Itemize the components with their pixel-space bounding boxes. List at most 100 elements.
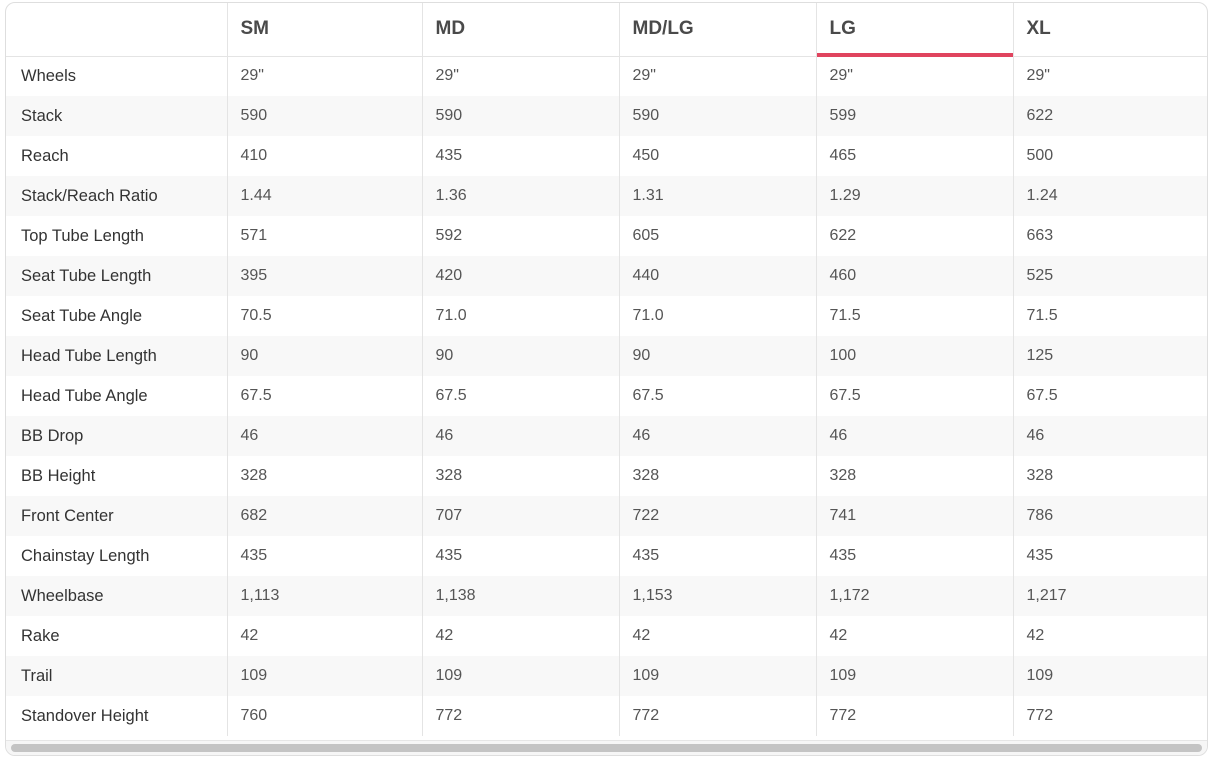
table-cell: 46 (618, 416, 816, 456)
table-cell: 741 (815, 496, 1013, 536)
table-cell: 1,113 (226, 576, 422, 616)
table-cell: 663 (1012, 216, 1207, 256)
row-label: Top Tube Length (6, 216, 227, 256)
size-tab-md[interactable]: MD (421, 3, 619, 57)
table-row: Front Center 682 707 722 741 786 (6, 496, 1207, 536)
size-tab-md-lg[interactable]: MD/LG (618, 3, 816, 57)
table-cell: 590 (618, 96, 816, 136)
table-cell: 70.5 (226, 296, 422, 336)
table-cell: 410 (226, 136, 422, 176)
table-cell: 590 (226, 96, 422, 136)
table-row: Wheelbase 1,113 1,138 1,153 1,172 1,217 (6, 576, 1207, 616)
table-cell: 42 (618, 616, 816, 656)
table-cell: 525 (1012, 256, 1207, 296)
table-cell: 109 (421, 656, 619, 696)
table-cell: 440 (618, 256, 816, 296)
table-cell: 760 (226, 696, 422, 736)
row-label: BB Drop (6, 416, 227, 456)
table-cell: 435 (1012, 536, 1207, 576)
table-cell: 592 (421, 216, 619, 256)
table-cell: 67.5 (1012, 376, 1207, 416)
table-cell: 500 (1012, 136, 1207, 176)
table-cell: 460 (815, 256, 1013, 296)
table-row: Seat Tube Length 395 420 440 460 525 (6, 256, 1207, 296)
table-cell: 395 (226, 256, 422, 296)
table-cell: 328 (226, 456, 422, 496)
table-cell: 420 (421, 256, 619, 296)
size-tab-xl[interactable]: XL (1012, 3, 1207, 57)
table-cell: 67.5 (421, 376, 619, 416)
table-cell: 435 (226, 536, 422, 576)
table-cell: 1,172 (815, 576, 1013, 616)
table-cell: 29" (618, 56, 816, 96)
table-row: Head Tube Angle 67.5 67.5 67.5 67.5 67.5 (6, 376, 1207, 416)
table-cell: 465 (815, 136, 1013, 176)
table-cell: 1.36 (421, 176, 619, 216)
table-cell: 571 (226, 216, 422, 256)
table-cell: 1,138 (421, 576, 619, 616)
table-cell: 67.5 (815, 376, 1013, 416)
table-cell: 435 (815, 536, 1013, 576)
table-cell: 622 (815, 216, 1013, 256)
header-row: SM MD MD/LG LG XL (6, 3, 1207, 57)
table-cell: 109 (815, 656, 1013, 696)
table-cell: 90 (421, 336, 619, 376)
table-cell: 90 (618, 336, 816, 376)
table-cell: 42 (421, 616, 619, 656)
table-cell: 328 (1012, 456, 1207, 496)
table-cell: 46 (1012, 416, 1207, 456)
table-row: Reach 410 435 450 465 500 (6, 136, 1207, 176)
table-row: Wheels 29" 29" 29" 29" 29" (6, 56, 1207, 96)
table-cell: 29" (421, 56, 619, 96)
table-cell: 772 (618, 696, 816, 736)
row-label: Seat Tube Angle (6, 296, 227, 336)
table-cell: 772 (1012, 696, 1207, 736)
table-row: Rake 42 42 42 42 42 (6, 616, 1207, 656)
table-cell: 29" (1012, 56, 1207, 96)
table-row: Stack 590 590 590 599 622 (6, 96, 1207, 136)
table-cell: 46 (226, 416, 422, 456)
table-cell: 46 (421, 416, 619, 456)
table-row: Trail 109 109 109 109 109 (6, 656, 1207, 696)
horizontal-scrollbar[interactable] (6, 740, 1207, 755)
table-cell: 71.5 (1012, 296, 1207, 336)
size-tab-sm[interactable]: SM (226, 3, 422, 57)
table-cell: 622 (1012, 96, 1207, 136)
table-cell: 590 (421, 96, 619, 136)
table-cell: 772 (421, 696, 619, 736)
table-cell: 435 (618, 536, 816, 576)
table-cell: 29" (815, 56, 1013, 96)
row-label: Chainstay Length (6, 536, 227, 576)
table-row: Chainstay Length 435 435 435 435 435 (6, 536, 1207, 576)
geometry-table: SM MD MD/LG LG XL Wheels 29" 29" 29" 29" 29" S… (6, 3, 1207, 736)
table-cell: 29" (226, 56, 422, 96)
table-cell: 1.29 (815, 176, 1013, 216)
row-label: Standover Height (6, 696, 227, 736)
table-cell: 71.0 (421, 296, 619, 336)
table-row: Stack/Reach Ratio 1.44 1.36 1.31 1.29 1.24 (6, 176, 1207, 216)
table-cell: 46 (815, 416, 1013, 456)
row-label: Seat Tube Length (6, 256, 227, 296)
table-cell: 599 (815, 96, 1013, 136)
table-cell: 1,217 (1012, 576, 1207, 616)
table-cell: 109 (618, 656, 816, 696)
size-tab-lg[interactable]: LG (815, 3, 1013, 57)
table-body: Wheels 29" 29" 29" 29" 29" Stack 590 590 590 599 62… (6, 56, 1207, 736)
row-label: BB Height (6, 456, 227, 496)
table-cell: 605 (618, 216, 816, 256)
table-row: Head Tube Length 90 90 90 100 125 (6, 336, 1207, 376)
table-cell: 42 (815, 616, 1013, 656)
table-cell: 71.5 (815, 296, 1013, 336)
table-cell: 109 (226, 656, 422, 696)
table-cell: 109 (1012, 656, 1207, 696)
row-label: Wheels (6, 56, 227, 96)
table-cell: 71.0 (618, 296, 816, 336)
table-cell: 42 (226, 616, 422, 656)
table-cell: 328 (815, 456, 1013, 496)
table-cell: 42 (1012, 616, 1207, 656)
table-cell: 707 (421, 496, 619, 536)
header-corner (6, 3, 227, 57)
table-row: BB Drop 46 46 46 46 46 (6, 416, 1207, 456)
table-cell: 90 (226, 336, 422, 376)
scrollbar-thumb[interactable] (11, 744, 1202, 752)
